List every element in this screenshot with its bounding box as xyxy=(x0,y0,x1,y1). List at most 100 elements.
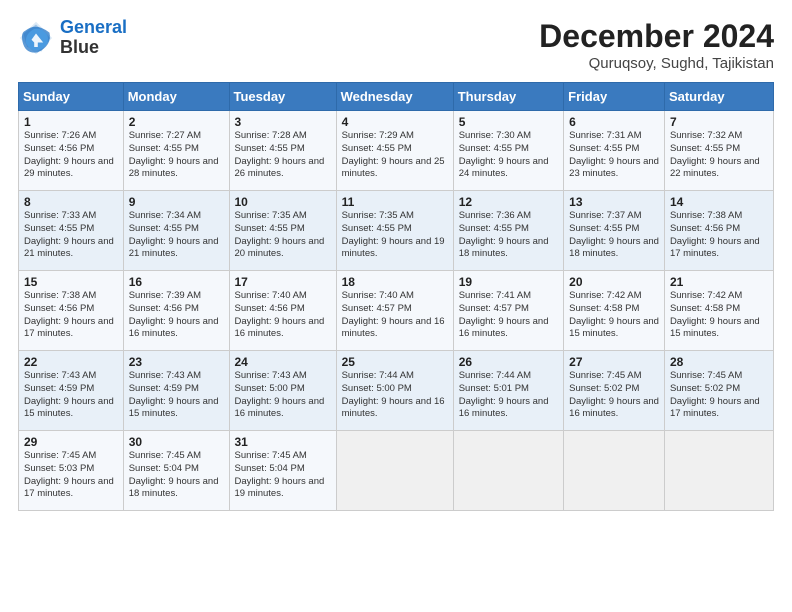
logo-line1: General xyxy=(60,17,127,37)
cell-info: Sunrise: 7:27 AMSunset: 4:55 PMDaylight:… xyxy=(129,130,224,181)
cell-info: Sunrise: 7:45 AMSunset: 5:03 PMDaylight:… xyxy=(24,450,118,501)
cell-day-number: 4 xyxy=(342,115,448,129)
cell-day-number: 5 xyxy=(459,115,558,129)
cell-info: Sunrise: 7:38 AMSunset: 4:56 PMDaylight:… xyxy=(24,290,118,341)
calendar-cell: 27Sunrise: 7:45 AMSunset: 5:02 PMDayligh… xyxy=(564,351,665,431)
cell-day-number: 9 xyxy=(129,195,224,209)
cell-day-number: 24 xyxy=(235,355,331,369)
cell-day-number: 3 xyxy=(235,115,331,129)
cell-info: Sunrise: 7:43 AMSunset: 5:00 PMDaylight:… xyxy=(235,370,331,421)
cell-day-number: 23 xyxy=(129,355,224,369)
cell-day-number: 6 xyxy=(569,115,659,129)
cell-info: Sunrise: 7:35 AMSunset: 4:55 PMDaylight:… xyxy=(235,210,331,261)
calendar-cell: 1Sunrise: 7:26 AMSunset: 4:56 PMDaylight… xyxy=(19,111,124,191)
logo-text: General Blue xyxy=(60,18,127,58)
cell-info: Sunrise: 7:43 AMSunset: 4:59 PMDaylight:… xyxy=(24,370,118,421)
cell-day-number: 7 xyxy=(670,115,768,129)
calendar-cell: 23Sunrise: 7:43 AMSunset: 4:59 PMDayligh… xyxy=(123,351,229,431)
cell-day-number: 14 xyxy=(670,195,768,209)
cell-info: Sunrise: 7:28 AMSunset: 4:55 PMDaylight:… xyxy=(235,130,331,181)
calendar-cell: 31Sunrise: 7:45 AMSunset: 5:04 PMDayligh… xyxy=(229,431,336,511)
calendar-cell: 14Sunrise: 7:38 AMSunset: 4:56 PMDayligh… xyxy=(664,191,773,271)
cell-info: Sunrise: 7:33 AMSunset: 4:55 PMDaylight:… xyxy=(24,210,118,261)
calendar-cell: 4Sunrise: 7:29 AMSunset: 4:55 PMDaylight… xyxy=(336,111,453,191)
cell-day-number: 22 xyxy=(24,355,118,369)
calendar-week-2: 8Sunrise: 7:33 AMSunset: 4:55 PMDaylight… xyxy=(19,191,774,271)
calendar-week-1: 1Sunrise: 7:26 AMSunset: 4:56 PMDaylight… xyxy=(19,111,774,191)
cell-info: Sunrise: 7:35 AMSunset: 4:55 PMDaylight:… xyxy=(342,210,448,261)
cell-info: Sunrise: 7:42 AMSunset: 4:58 PMDaylight:… xyxy=(670,290,768,341)
title-block: December 2024 Quruqsoy, Sughd, Tajikista… xyxy=(539,18,774,72)
calendar-cell: 22Sunrise: 7:43 AMSunset: 4:59 PMDayligh… xyxy=(19,351,124,431)
cell-day-number: 13 xyxy=(569,195,659,209)
logo-line2: Blue xyxy=(60,38,127,58)
calendar-cell xyxy=(664,431,773,511)
calendar-cell: 13Sunrise: 7:37 AMSunset: 4:55 PMDayligh… xyxy=(564,191,665,271)
calendar-cell: 18Sunrise: 7:40 AMSunset: 4:57 PMDayligh… xyxy=(336,271,453,351)
cell-day-number: 27 xyxy=(569,355,659,369)
day-header-monday: Monday xyxy=(123,83,229,111)
cell-info: Sunrise: 7:44 AMSunset: 5:01 PMDaylight:… xyxy=(459,370,558,421)
calendar-body: 1Sunrise: 7:26 AMSunset: 4:56 PMDaylight… xyxy=(19,111,774,511)
calendar-cell: 26Sunrise: 7:44 AMSunset: 5:01 PMDayligh… xyxy=(453,351,563,431)
day-header-friday: Friday xyxy=(564,83,665,111)
calendar-cell: 12Sunrise: 7:36 AMSunset: 4:55 PMDayligh… xyxy=(453,191,563,271)
cell-day-number: 12 xyxy=(459,195,558,209)
day-header-thursday: Thursday xyxy=(453,83,563,111)
cell-day-number: 25 xyxy=(342,355,448,369)
calendar-cell: 10Sunrise: 7:35 AMSunset: 4:55 PMDayligh… xyxy=(229,191,336,271)
logo: General Blue xyxy=(18,18,127,58)
cell-info: Sunrise: 7:40 AMSunset: 4:56 PMDaylight:… xyxy=(235,290,331,341)
calendar-cell: 17Sunrise: 7:40 AMSunset: 4:56 PMDayligh… xyxy=(229,271,336,351)
calendar-cell: 11Sunrise: 7:35 AMSunset: 4:55 PMDayligh… xyxy=(336,191,453,271)
cell-info: Sunrise: 7:31 AMSunset: 4:55 PMDaylight:… xyxy=(569,130,659,181)
cell-day-number: 10 xyxy=(235,195,331,209)
cell-day-number: 16 xyxy=(129,275,224,289)
cell-day-number: 1 xyxy=(24,115,118,129)
cell-info: Sunrise: 7:26 AMSunset: 4:56 PMDaylight:… xyxy=(24,130,118,181)
cell-day-number: 30 xyxy=(129,435,224,449)
cell-info: Sunrise: 7:45 AMSunset: 5:04 PMDaylight:… xyxy=(235,450,331,501)
calendar-cell: 21Sunrise: 7:42 AMSunset: 4:58 PMDayligh… xyxy=(664,271,773,351)
calendar-cell: 20Sunrise: 7:42 AMSunset: 4:58 PMDayligh… xyxy=(564,271,665,351)
calendar-cell: 9Sunrise: 7:34 AMSunset: 4:55 PMDaylight… xyxy=(123,191,229,271)
cell-day-number: 26 xyxy=(459,355,558,369)
calendar-cell: 15Sunrise: 7:38 AMSunset: 4:56 PMDayligh… xyxy=(19,271,124,351)
cell-day-number: 15 xyxy=(24,275,118,289)
calendar-header: SundayMondayTuesdayWednesdayThursdayFrid… xyxy=(19,83,774,111)
calendar-cell: 5Sunrise: 7:30 AMSunset: 4:55 PMDaylight… xyxy=(453,111,563,191)
calendar-cell: 28Sunrise: 7:45 AMSunset: 5:02 PMDayligh… xyxy=(664,351,773,431)
calendar-cell: 19Sunrise: 7:41 AMSunset: 4:57 PMDayligh… xyxy=(453,271,563,351)
cell-info: Sunrise: 7:45 AMSunset: 5:02 PMDaylight:… xyxy=(569,370,659,421)
cell-day-number: 31 xyxy=(235,435,331,449)
cell-info: Sunrise: 7:34 AMSunset: 4:55 PMDaylight:… xyxy=(129,210,224,261)
calendar-cell: 2Sunrise: 7:27 AMSunset: 4:55 PMDaylight… xyxy=(123,111,229,191)
cell-day-number: 18 xyxy=(342,275,448,289)
calendar-cell: 25Sunrise: 7:44 AMSunset: 5:00 PMDayligh… xyxy=(336,351,453,431)
page: General Blue December 2024 Quruqsoy, Sug… xyxy=(0,0,792,612)
cell-info: Sunrise: 7:40 AMSunset: 4:57 PMDaylight:… xyxy=(342,290,448,341)
calendar-cell: 3Sunrise: 7:28 AMSunset: 4:55 PMDaylight… xyxy=(229,111,336,191)
day-header-wednesday: Wednesday xyxy=(336,83,453,111)
cell-info: Sunrise: 7:37 AMSunset: 4:55 PMDaylight:… xyxy=(569,210,659,261)
day-header-tuesday: Tuesday xyxy=(229,83,336,111)
cell-info: Sunrise: 7:36 AMSunset: 4:55 PMDaylight:… xyxy=(459,210,558,261)
cell-day-number: 17 xyxy=(235,275,331,289)
cell-info: Sunrise: 7:30 AMSunset: 4:55 PMDaylight:… xyxy=(459,130,558,181)
calendar-table: SundayMondayTuesdayWednesdayThursdayFrid… xyxy=(18,82,774,511)
cell-info: Sunrise: 7:43 AMSunset: 4:59 PMDaylight:… xyxy=(129,370,224,421)
calendar-cell: 16Sunrise: 7:39 AMSunset: 4:56 PMDayligh… xyxy=(123,271,229,351)
calendar-cell: 7Sunrise: 7:32 AMSunset: 4:55 PMDaylight… xyxy=(664,111,773,191)
calendar-cell: 6Sunrise: 7:31 AMSunset: 4:55 PMDaylight… xyxy=(564,111,665,191)
day-header-sunday: Sunday xyxy=(19,83,124,111)
cell-info: Sunrise: 7:29 AMSunset: 4:55 PMDaylight:… xyxy=(342,130,448,181)
calendar-week-3: 15Sunrise: 7:38 AMSunset: 4:56 PMDayligh… xyxy=(19,271,774,351)
cell-day-number: 29 xyxy=(24,435,118,449)
cell-info: Sunrise: 7:38 AMSunset: 4:56 PMDaylight:… xyxy=(670,210,768,261)
calendar-week-4: 22Sunrise: 7:43 AMSunset: 4:59 PMDayligh… xyxy=(19,351,774,431)
calendar-cell: 29Sunrise: 7:45 AMSunset: 5:03 PMDayligh… xyxy=(19,431,124,511)
calendar-week-5: 29Sunrise: 7:45 AMSunset: 5:03 PMDayligh… xyxy=(19,431,774,511)
cell-info: Sunrise: 7:45 AMSunset: 5:02 PMDaylight:… xyxy=(670,370,768,421)
cell-info: Sunrise: 7:42 AMSunset: 4:58 PMDaylight:… xyxy=(569,290,659,341)
cell-day-number: 28 xyxy=(670,355,768,369)
